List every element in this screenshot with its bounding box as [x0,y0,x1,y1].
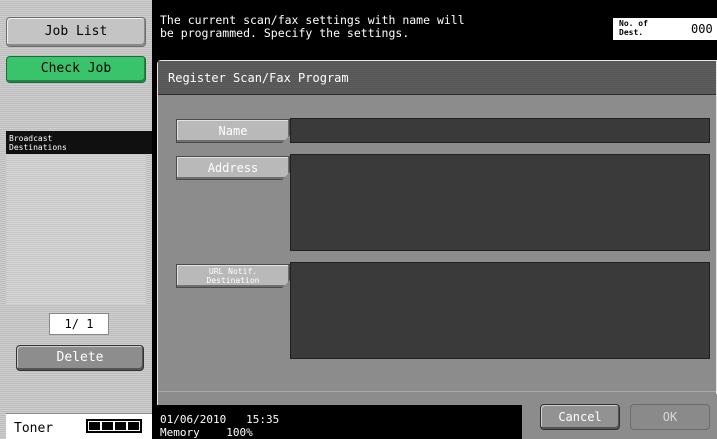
url-notification-destination-button[interactable]: URL Notif. Destination [176,264,290,288]
message-line2: be programmed. Specify the settings. [160,26,410,40]
toner-label: Toner [14,421,54,436]
ok-button[interactable]: OK [630,404,710,430]
status-bar: 01/06/2010 15:35 Memory 100% [152,405,522,439]
destination-count-box: No. of Dest. 000 [613,18,717,40]
instruction-message: The current scan/fax settings with name … [160,14,580,40]
dest-label-line2: Dest. [619,28,644,37]
destination-count-label: No. of Dest. [619,19,648,37]
url-label-line1: URL Notif. [208,267,258,276]
page-indicator: 1/ 1 [49,313,109,335]
address-field[interactable] [290,154,710,251]
date-text: 01/06/2010 [160,413,227,426]
toner-segment [128,422,139,430]
left-sidebar: Job List Check Job Broadcast Destination… [0,0,152,439]
toner-level-meter [86,419,142,433]
broadcast-header-line1: Broadcast [9,134,53,143]
memory-status: Memory 100% [160,426,253,439]
job-list-button[interactable]: Job List [6,17,146,47]
name-field[interactable] [290,118,710,143]
panel-title: Register Scan/Fax Program [158,61,716,95]
toner-segment [115,422,126,430]
broadcast-destinations-header: Broadcast Destinations [6,131,152,154]
dest-label-line1: No. of [619,19,648,28]
toner-status: Toner [6,413,152,439]
check-job-button[interactable]: Check Job [6,56,146,83]
address-button[interactable]: Address [176,156,290,180]
memory-value: 100% [226,426,253,439]
url-label-line2: Destination [206,276,260,285]
toner-segment [102,422,113,430]
broadcast-destinations-list[interactable] [6,154,146,304]
time-text: 15:35 [246,413,280,426]
memory-label: Memory [160,426,200,439]
url-notification-destination-field[interactable] [290,262,710,359]
name-button[interactable]: Name [176,119,290,143]
register-program-panel: Register Scan/Fax Program Name Address U… [157,60,717,405]
message-bar: The current scan/fax settings with name … [152,0,717,52]
broadcast-header-line2: Destinations [9,143,67,152]
date-time: 01/06/2010 15:35 [160,413,279,426]
cancel-button[interactable]: Cancel [540,404,620,430]
destination-count-value: 000 [691,22,713,36]
delete-button[interactable]: Delete [16,345,144,371]
toner-segment [89,422,100,430]
